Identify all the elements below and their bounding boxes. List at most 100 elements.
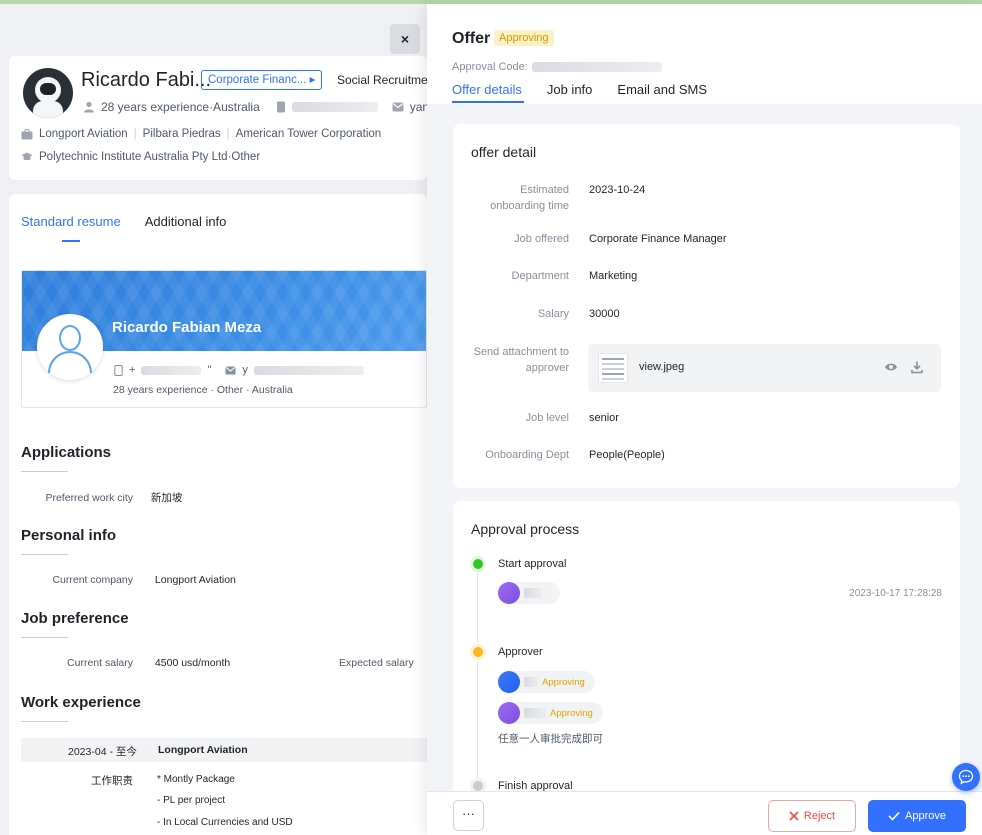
resume-phone-fragment: + — [129, 364, 136, 376]
chat-help-icon[interactable] — [952, 763, 980, 791]
starter-avatar — [498, 582, 520, 604]
tab-offer-details[interactable]: Offer details — [452, 82, 522, 97]
default-avatar-icon — [37, 314, 103, 380]
field-label: Send attachment to approver — [473, 346, 569, 374]
work-bullet: - PL per project — [157, 795, 225, 806]
approver-label: Approver — [498, 646, 543, 658]
source-label: Social Recruitmen — [337, 73, 427, 87]
starter-pill[interactable] — [498, 582, 560, 604]
approval-process-card: Approval process Start approval 2023-10-… — [453, 501, 960, 791]
close-drawer-button[interactable]: × — [390, 24, 420, 54]
kv-key: Preferred work city — [45, 492, 133, 504]
tab-job-info[interactable]: Job info — [547, 82, 593, 97]
approval-code-redacted — [531, 62, 662, 72]
candidate-header-card: Ricardo Fabi... Corporate Financ... ▸ So… — [9, 56, 427, 180]
close-icon — [789, 811, 799, 821]
resume-body-card: Standard resume Additional info Ricardo … — [9, 194, 427, 835]
offer-detail-card: offer detail Estimated onboarding time 2… — [453, 124, 960, 488]
tab-standard-resume[interactable]: Standard resume — [21, 214, 121, 229]
tab-email-sms[interactable]: Email and SMS — [617, 82, 707, 97]
approver-status: Approving — [550, 707, 593, 719]
approver-pill[interactable]: Approving — [498, 671, 595, 693]
candidate-avatar — [23, 68, 73, 118]
offer-detail-title: offer detail — [471, 144, 537, 160]
approval-hint: 任意一人审批完成即可 — [498, 733, 603, 745]
kv-key: Expected salary — [339, 657, 414, 669]
field-label: Job offered — [514, 233, 569, 245]
kv-key: Current company — [52, 574, 133, 586]
resume-name: Ricardo Fabian Meza — [112, 319, 262, 336]
kv-value: Longport Aviation — [154, 574, 236, 586]
approver-avatar — [498, 702, 520, 724]
check-icon — [888, 811, 900, 821]
mail-icon — [225, 366, 236, 374]
company-item: Longport Aviation — [39, 128, 128, 140]
drawer-tabs: Offer details Job info Email and SMS — [452, 82, 707, 97]
job-tag[interactable]: Corporate Financ... ▸ — [201, 70, 323, 90]
start-timestamp: 2023-10-17 17:28:28 — [849, 588, 942, 599]
graduation-cap-icon — [21, 152, 33, 161]
tab-active-indicator — [452, 101, 524, 103]
phone-redacted — [291, 102, 378, 112]
company-item: American Tower Corporation — [235, 128, 382, 140]
attachment-item[interactable]: view.jpeg — [588, 344, 941, 392]
timeline-line — [477, 573, 478, 643]
name-redacted — [524, 708, 546, 718]
resume-subtitle: 28 years experience · Other · Australia — [113, 384, 293, 396]
drawer-header: Offer Approving Approval Code: Offer det… — [427, 4, 982, 104]
candidate-name: Ricardo Fabi... — [81, 69, 212, 91]
drawer-title: Offer — [452, 30, 491, 47]
kv-preferred-city: Preferred work city 新加坡 — [21, 490, 182, 505]
phone-icon — [114, 364, 123, 376]
eye-icon[interactable] — [884, 360, 898, 374]
kv-expected-salary: Expected salary — [339, 657, 414, 669]
download-icon[interactable] — [910, 360, 924, 374]
email-redacted — [253, 365, 364, 375]
briefcase-icon — [21, 128, 33, 139]
kv-current-salary: Current salary 4500 usd/month — [21, 657, 230, 669]
tab-additional-info[interactable]: Additional info — [145, 214, 227, 229]
field-value: 2023-10-24 — [589, 184, 646, 196]
section-rule — [21, 721, 68, 722]
finish-approval-label: Finish approval — [498, 780, 573, 791]
name-redacted — [524, 677, 538, 687]
approver-avatar — [498, 671, 520, 693]
section-personal-info: Personal info — [21, 527, 117, 544]
field-value: 30000 — [589, 308, 620, 320]
kv-value: 新加坡 — [150, 492, 183, 504]
approver-pill[interactable]: Approving — [498, 702, 603, 724]
resume-phone-suffix: " — [207, 364, 212, 376]
resume-contact: + " y — [114, 364, 364, 376]
candidate-panel: × Ricardo Fabi... Corporate Financ... ▸ … — [0, 4, 427, 835]
approve-label: Approve — [905, 810, 946, 822]
experience-location: 28 years experience·Australia — [101, 100, 260, 114]
kv-current-company: Current company Longport Aviation — [21, 574, 236, 586]
kv-value: 4500 usd/month — [154, 657, 231, 669]
candidate-meta: 28 years experience·Australia yanl — [83, 100, 427, 114]
start-node-icon — [473, 559, 483, 569]
reject-button[interactable]: Reject — [768, 800, 856, 832]
section-rule — [21, 471, 68, 472]
section-rule — [21, 637, 68, 638]
education-row: Polytechnic Institute Australia Pty Ltd·… — [21, 151, 260, 163]
reject-label: Reject — [803, 810, 836, 822]
work-bullet: * Montly Package — [157, 774, 235, 785]
field-value: Marketing — [589, 270, 638, 282]
status-badge: Approving — [494, 30, 554, 46]
more-button[interactable]: ··· — [453, 800, 484, 831]
approve-button[interactable]: Approve — [868, 800, 966, 832]
approval-code: Approval Code: — [452, 61, 662, 73]
company-item: Pilbara Piedras — [142, 128, 221, 140]
attachment-thumbnail — [598, 353, 628, 383]
field-label: Estimated onboarding time — [490, 184, 569, 212]
resume-card: Ricardo Fabian Meza + " y 28 years exper… — [21, 270, 427, 408]
person-icon — [84, 101, 94, 113]
tab-active-indicator — [62, 240, 80, 242]
work-company: Longport Aviation — [158, 744, 248, 756]
work-experience-row: 2023-04 - 至今 Longport Aviation — [21, 738, 427, 762]
work-period: 2023-04 - 至今 — [68, 746, 137, 758]
approver-node-icon — [473, 647, 483, 657]
field-label: Job level — [525, 412, 569, 424]
approval-code-label: Approval Code: — [452, 61, 528, 73]
section-job-preference: Job preference — [21, 610, 129, 627]
